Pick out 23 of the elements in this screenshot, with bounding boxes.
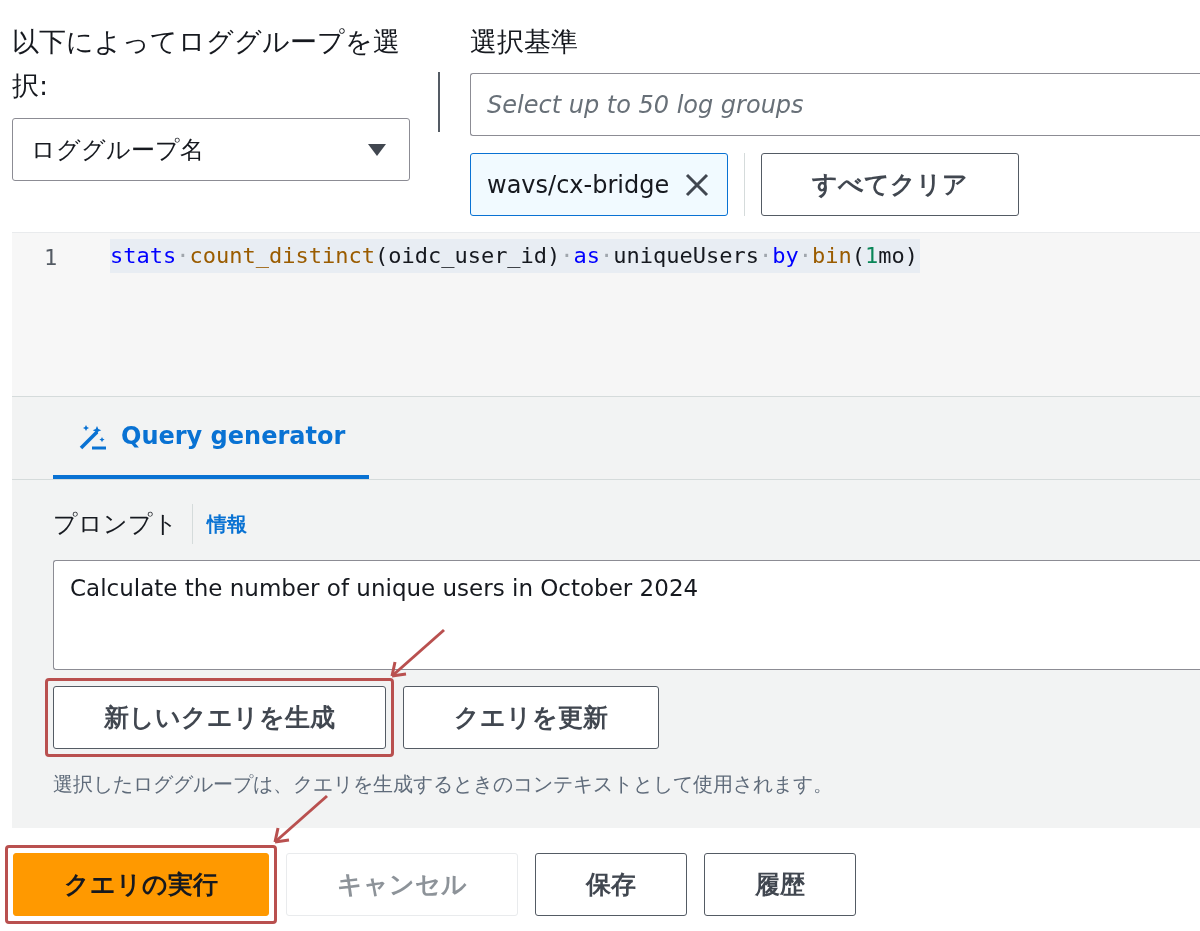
line-number: 1 [43, 244, 59, 272]
prompt-field[interactable]: Calculate the number of unique users in October 2024 [53, 560, 1200, 670]
filter-token[interactable]: wavs/cx-bridge [470, 153, 729, 216]
query-generator-tab[interactable]: Query generator [53, 397, 370, 479]
field-label: 以下によってロググループを選択: [12, 25, 401, 103]
annotation-arrow [271, 794, 329, 846]
run-query-button[interactable]: クエリの実行 [13, 853, 269, 916]
update-query-button[interactable]: クエリを更新 [403, 686, 659, 749]
remove-icon[interactable] [685, 172, 710, 197]
search-field[interactable]: Select up to 50 log groups [470, 73, 1200, 136]
history-button[interactable]: 履歴 [704, 853, 856, 916]
generate-query-button[interactable]: 新しいクエリを生成 [53, 686, 386, 749]
info-link[interactable]: 情報 [207, 510, 247, 538]
help-text: 選択したロググループは、クエリを生成するときのコンテキストとして使用されます。 [53, 771, 834, 798]
token-label: wavs/cx-bridge [487, 170, 670, 199]
prompt-label: プロンプト [53, 509, 178, 540]
clear-all-button[interactable]: すべてクリア [761, 153, 1020, 216]
log-group-dropdown[interactable]: ロググループ名 [12, 118, 410, 181]
caret-icon [367, 142, 387, 157]
annotation-arrow [388, 628, 446, 680]
save-button[interactable]: 保存 [535, 853, 687, 916]
field-label: 選択基準 [470, 25, 579, 59]
dropdown-value: ロググループ名 [31, 134, 204, 166]
